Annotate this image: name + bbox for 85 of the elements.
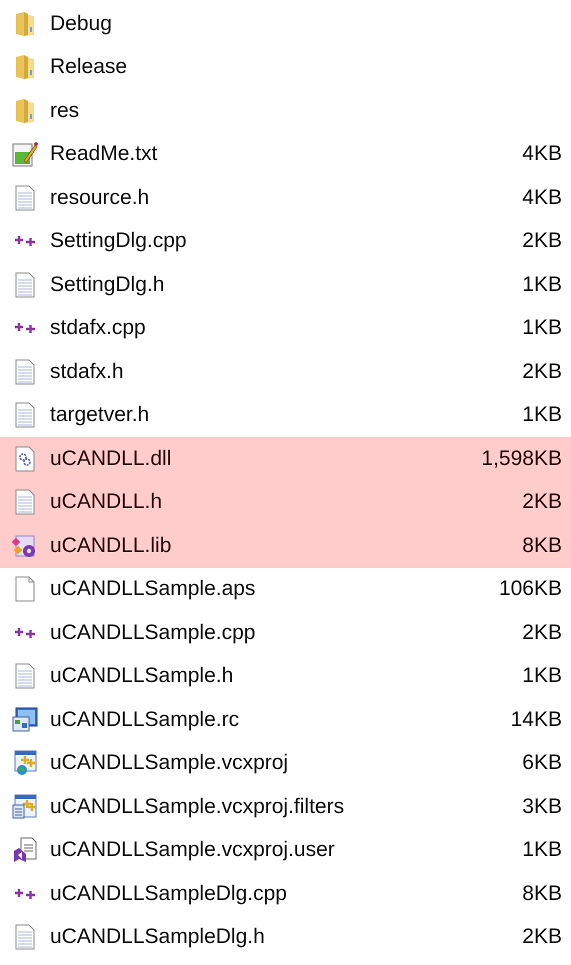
file-name: uCANDLL.dll bbox=[50, 446, 172, 471]
file-name: Debug bbox=[50, 12, 113, 36]
project-filters-icon bbox=[12, 794, 38, 820]
document-icon bbox=[14, 924, 36, 950]
file-name: uCANDLL.h bbox=[50, 490, 164, 514]
folder-icon bbox=[14, 10, 36, 37]
file-row[interactable]: uCANDLL.h 2KB bbox=[0, 480, 571, 524]
file-row[interactable]: Debug bbox=[0, 2, 571, 46]
project-icon bbox=[12, 750, 38, 776]
file-name: res bbox=[50, 98, 80, 123]
document-icon bbox=[14, 489, 36, 516]
document-icon bbox=[14, 358, 36, 385]
file-size: 1KB bbox=[522, 316, 562, 340]
file-size: 1KB bbox=[522, 838, 562, 862]
file-row[interactable]: res bbox=[0, 89, 571, 132]
file-row[interactable]: uCANDLL.dll 1,598KB bbox=[0, 437, 571, 480]
file-row[interactable]: uCANDLLSample.vcxproj 6KB bbox=[0, 742, 571, 785]
file-size: 1KB bbox=[522, 664, 562, 688]
file-size: 8KB bbox=[522, 534, 562, 558]
folder-icon bbox=[14, 54, 36, 80]
file-name: uCANDLLSample.cpp bbox=[50, 620, 256, 645]
file-size: 4KB bbox=[522, 186, 562, 210]
plus-plus-icon bbox=[14, 321, 36, 336]
document-icon bbox=[14, 272, 36, 298]
file-name: Release bbox=[50, 55, 128, 80]
file-name: SettingDlg.h bbox=[50, 272, 166, 297]
file-name: uCANDLLSample.vcxproj.filters bbox=[50, 794, 346, 819]
file-row[interactable]: ReadMe.txt 4KB bbox=[0, 132, 571, 176]
file-row[interactable]: resource.h 4KB bbox=[0, 176, 571, 220]
file-name: uCANDLLSample.h bbox=[50, 664, 234, 688]
folder-icon bbox=[14, 98, 36, 124]
file-size: 1KB bbox=[522, 272, 562, 297]
file-row[interactable]: uCANDLLSample.cpp 2KB bbox=[0, 611, 571, 654]
file-size: 1KB bbox=[522, 403, 562, 428]
file-name: uCANDLLSampleDlg.cpp bbox=[50, 882, 288, 906]
gear-file-icon bbox=[14, 446, 36, 472]
file-size: 3KB bbox=[522, 794, 562, 819]
file-size: 14KB bbox=[510, 708, 562, 732]
document-icon bbox=[14, 184, 36, 211]
file-size: 2KB bbox=[522, 360, 562, 384]
file-name: resource.h bbox=[50, 186, 150, 210]
file-size: 1,598KB bbox=[481, 446, 562, 471]
file-name: uCANDLLSample.vcxproj.user bbox=[50, 838, 336, 862]
plus-plus-icon bbox=[14, 626, 36, 640]
file-name: uCANDLLSampleDlg.h bbox=[50, 925, 266, 950]
file-size: 6KB bbox=[522, 751, 562, 776]
blank-file-icon bbox=[14, 576, 36, 602]
file-row[interactable]: stdafx.cpp 1KB bbox=[0, 306, 571, 350]
file-size: 2KB bbox=[522, 490, 562, 514]
file-name: uCANDLL.lib bbox=[50, 534, 172, 558]
file-name: SettingDlg.cpp bbox=[50, 229, 188, 254]
file-row[interactable]: uCANDLLSample.rc 14KB bbox=[0, 698, 571, 742]
file-size: 106KB bbox=[498, 577, 562, 602]
user-settings-icon bbox=[13, 837, 37, 864]
file-row[interactable]: uCANDLLSample.h 1KB bbox=[0, 654, 571, 698]
file-name: uCANDLLSample.aps bbox=[50, 577, 256, 602]
document-icon bbox=[14, 402, 36, 428]
document-icon bbox=[14, 663, 36, 690]
resource-icon bbox=[12, 706, 38, 733]
file-row[interactable]: uCANDLLSampleDlg.h 2KB bbox=[0, 916, 571, 959]
file-row[interactable]: stdafx.h 2KB bbox=[0, 350, 571, 394]
file-name: ReadMe.txt bbox=[50, 142, 158, 166]
plus-plus-icon bbox=[14, 234, 36, 248]
file-name: uCANDLLSample.vcxproj bbox=[50, 751, 290, 776]
notepad-icon bbox=[12, 141, 38, 168]
file-name: stdafx.h bbox=[50, 360, 125, 384]
file-row[interactable]: Release bbox=[0, 46, 571, 89]
file-name: targetver.h bbox=[50, 403, 150, 428]
file-row[interactable]: uCANDLLSample.aps 106KB bbox=[0, 568, 571, 611]
plus-plus-icon bbox=[14, 886, 36, 901]
file-name: uCANDLLSample.rc bbox=[50, 708, 240, 732]
file-size: 2KB bbox=[522, 229, 562, 254]
file-size: 2KB bbox=[522, 925, 562, 950]
file-row[interactable]: uCANDLL.lib 8KB bbox=[0, 524, 571, 568]
file-row[interactable]: uCANDLLSample.vcxproj.user 1KB bbox=[0, 828, 571, 872]
file-row[interactable]: uCANDLLSample.vcxproj.filters 3KB bbox=[0, 785, 571, 828]
file-size: 2KB bbox=[522, 620, 562, 645]
file-size: 8KB bbox=[522, 882, 562, 906]
file-row[interactable]: SettingDlg.h 1KB bbox=[0, 263, 571, 306]
file-size: 4KB bbox=[522, 142, 562, 166]
file-row[interactable]: uCANDLLSampleDlg.cpp 8KB bbox=[0, 872, 571, 916]
file-name: stdafx.cpp bbox=[50, 316, 147, 340]
file-row[interactable]: SettingDlg.cpp 2KB bbox=[0, 220, 571, 263]
library-icon bbox=[12, 532, 38, 559]
file-row[interactable]: targetver.h 1KB bbox=[0, 394, 571, 437]
